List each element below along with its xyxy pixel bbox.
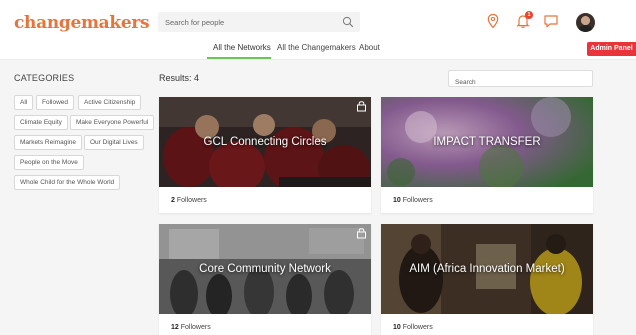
- lock-icon: [357, 228, 366, 239]
- followers-word: Followers: [176, 197, 207, 204]
- lock-icon: [357, 101, 366, 112]
- people-search-input[interactable]: [158, 12, 338, 33]
- location-pin-icon[interactable]: [484, 12, 502, 30]
- network-card-title[interactable]: IMPACT TRANSFER: [381, 97, 593, 187]
- tab-about[interactable]: About: [359, 44, 380, 60]
- category-chip-climate-equity[interactable]: Climate Equity: [14, 115, 68, 130]
- followers-count: 10: [393, 324, 401, 331]
- results-count: Results: 4: [159, 73, 200, 83]
- network-search-box[interactable]: [448, 70, 593, 90]
- followers-line: 2 Followers: [159, 187, 371, 213]
- tab-all-the-changemakers[interactable]: All the Changemakers: [277, 44, 356, 60]
- category-chip-all[interactable]: All: [14, 95, 34, 110]
- category-chip-markets-reimagine[interactable]: Markets Reimagine: [14, 135, 82, 150]
- followers-line: 10 Followers: [381, 314, 593, 335]
- network-card-title[interactable]: AIM (Africa Innovation Market): [381, 224, 593, 314]
- network-search-input[interactable]: [449, 75, 589, 90]
- admin-panel-button[interactable]: Admin Panel: [587, 42, 636, 56]
- chat-icon[interactable]: [542, 12, 560, 30]
- followers-word: Followers: [180, 324, 211, 331]
- followers-line: 12 Followers: [159, 314, 371, 335]
- category-chip-people-on-the-move[interactable]: People on the Move: [14, 155, 84, 170]
- category-chip-whole-child[interactable]: Whole Child for the Whole World: [14, 175, 121, 190]
- active-tab-indicator: [207, 57, 271, 59]
- network-card-title[interactable]: GCL Connecting Circles: [159, 97, 371, 187]
- network-card[interactable]: GCL Connecting Circles 2 Followers: [159, 97, 371, 213]
- search-icon[interactable]: [342, 16, 354, 28]
- network-card[interactable]: AIM (Africa Innovation Market) 10 Follow…: [381, 224, 593, 335]
- followers-word: Followers: [402, 197, 433, 204]
- category-chip-followed[interactable]: Followed: [36, 95, 75, 110]
- followers-count: 2: [171, 197, 175, 204]
- network-card[interactable]: IMPACT TRANSFER 10 Followers: [381, 97, 593, 213]
- user-avatar[interactable]: [576, 13, 595, 32]
- notification-badge: 1: [525, 11, 533, 19]
- categories-heading: CATEGORIES: [14, 73, 75, 83]
- followers-line: 10 Followers: [381, 187, 593, 213]
- network-card-title[interactable]: Core Community Network: [159, 224, 371, 314]
- category-chip-make-everyone-powerful[interactable]: Make Everyone Powerful: [70, 115, 155, 130]
- category-chip-our-digital-lives[interactable]: Our Digital Lives: [84, 135, 144, 150]
- main-nav: All the Networks All the Changemakers Ab…: [0, 44, 636, 60]
- top-bar: changemakers 1: [0, 0, 636, 44]
- site-logo[interactable]: changemakers: [14, 13, 150, 33]
- followers-word: Followers: [402, 324, 433, 331]
- followers-count: 10: [393, 197, 401, 204]
- category-chip-active-citizenship[interactable]: Active Citizenship: [78, 95, 142, 110]
- people-search-box[interactable]: [158, 12, 360, 33]
- followers-count: 12: [171, 324, 179, 331]
- network-card[interactable]: Core Community Network 12 Followers: [159, 224, 371, 335]
